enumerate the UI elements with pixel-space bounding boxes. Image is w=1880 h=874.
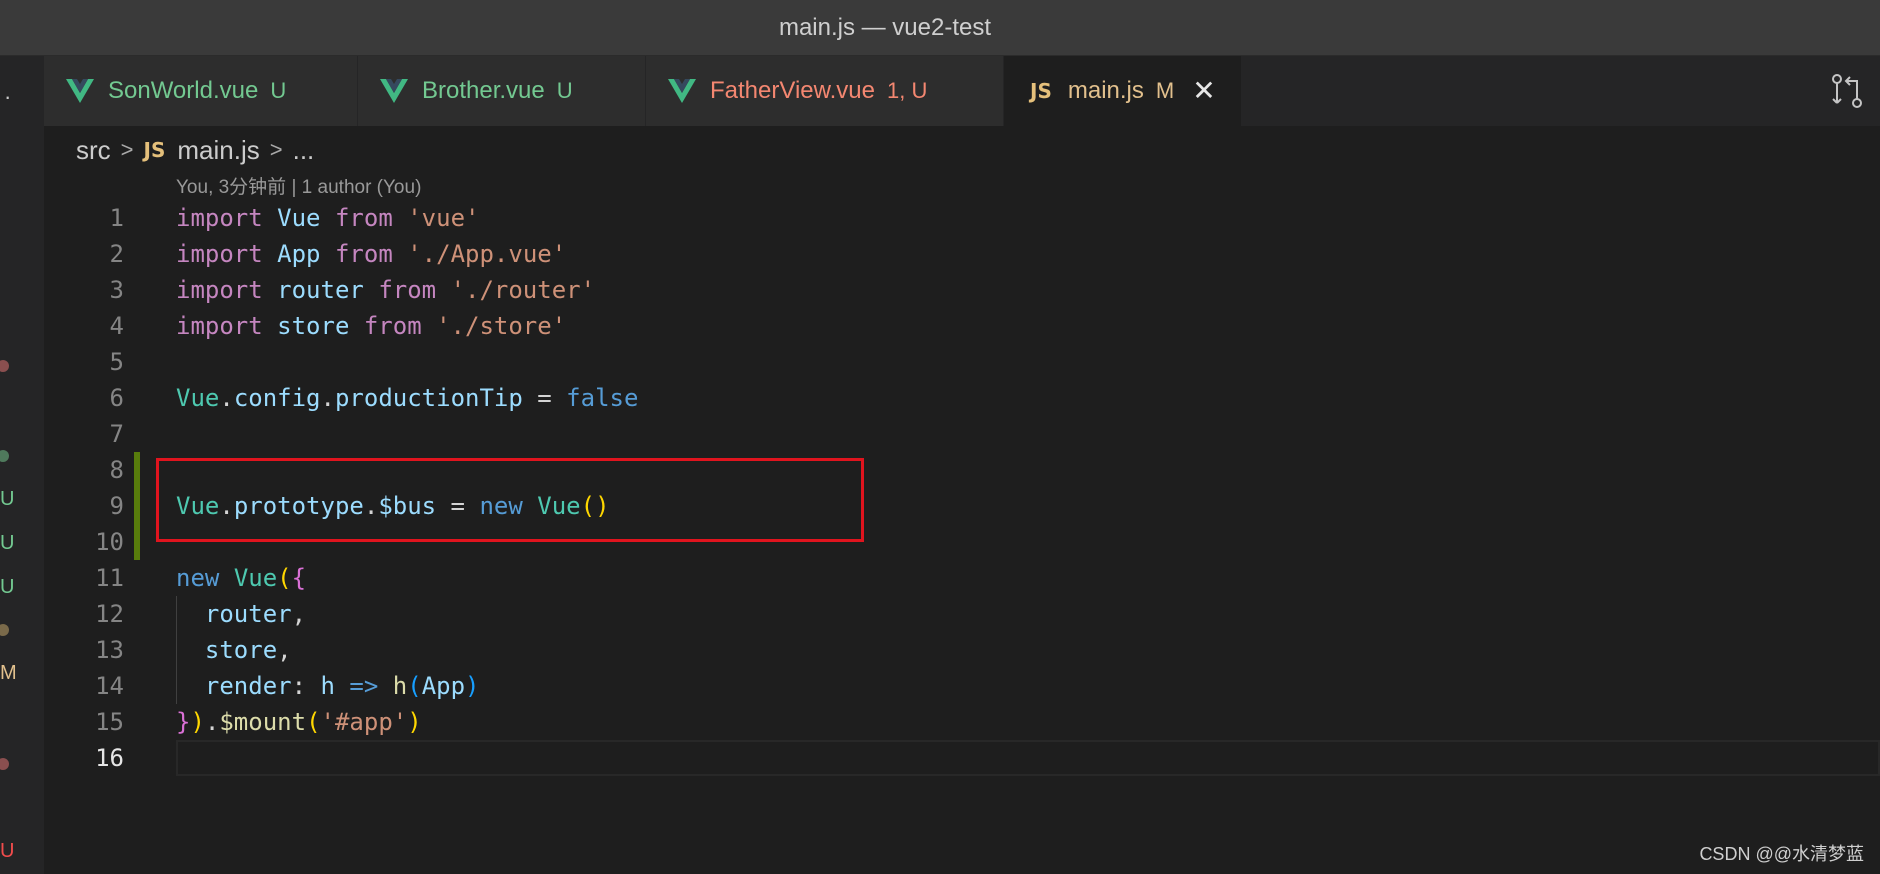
js-file-icon: JS [143, 138, 166, 162]
line-number: 10 [95, 528, 124, 556]
git-status-mark: U [0, 576, 15, 598]
code-line: 12 router, [44, 596, 1880, 632]
tab-label: Brother.vue [422, 77, 545, 104]
code-line: 3 import router from './router' [44, 272, 1880, 308]
code-line: 9 Vue.prototype.$bus = new Vue() [44, 488, 1880, 524]
tab-fatherview[interactable]: FatherView.vue 1, U [646, 56, 1004, 126]
code-line: 13 store, [44, 632, 1880, 668]
tab-label: SonWorld.vue [108, 77, 259, 104]
status-dot-icon [0, 758, 9, 770]
vue-icon [668, 79, 696, 103]
code-text: store, [204, 636, 292, 664]
status-dot-icon [0, 624, 9, 636]
tab-main-js[interactable]: JS main.js M ✕ [1004, 56, 1242, 126]
code-text: router, [204, 600, 307, 628]
vue-icon [66, 79, 94, 103]
line-number: 3 [109, 276, 124, 304]
breadcrumb: src > JS main.js > ... [76, 126, 314, 174]
code-line: 7 [44, 416, 1880, 452]
line-number: 15 [95, 708, 124, 736]
line-number: 13 [95, 636, 124, 664]
code-text: import Vue from 'vue' [176, 204, 480, 232]
code-line: 1 import Vue from 'vue' [44, 200, 1880, 236]
line-number: 9 [109, 492, 124, 520]
tab-badge: U [270, 78, 287, 103]
breadcrumb-file[interactable]: main.js [177, 135, 259, 166]
code-line: 15 }).$mount('#app') [44, 704, 1880, 740]
chevron-right-icon: > [120, 137, 134, 162]
tab-badge: M [1155, 78, 1175, 103]
code-text: Vue.prototype.$bus = new Vue() [176, 492, 610, 520]
tab-sonworld[interactable]: SonWorld.vue U [44, 56, 358, 126]
line-number: 1 [109, 204, 124, 232]
more-icon[interactable]: · [4, 84, 11, 110]
line-number: 4 [109, 312, 124, 340]
window-title: main.js — vue2-test [778, 13, 992, 41]
tab-label: FatherView.vue [710, 77, 875, 104]
git-status-mark: U [0, 532, 15, 554]
js-file-icon: JS [1030, 79, 1052, 103]
git-status-mark: U [0, 488, 15, 510]
line-number: 11 [95, 564, 124, 592]
code-text: render: h => h(App) [204, 672, 480, 700]
line-number: 16 [95, 744, 124, 772]
code-line: 4 import store from './store' [44, 308, 1880, 344]
close-icon[interactable]: ✕ [1192, 77, 1215, 105]
line-number: 2 [109, 240, 124, 268]
code-line: 16 [44, 740, 1880, 776]
code-text: }).$mount('#app') [176, 708, 422, 736]
tab-label: main.js [1067, 77, 1144, 104]
code-line: 5 [44, 344, 1880, 380]
tab-badge: 1, U [887, 78, 928, 103]
code-editor[interactable]: 1 import Vue from 'vue' 2 import App from … [44, 200, 1880, 776]
tab-badge: U [556, 78, 573, 103]
activity-strip: · U U U M U [0, 56, 44, 874]
code-text: Vue.config.productionTip = false [176, 384, 639, 412]
code-line: 14 render: h => h(App) [44, 668, 1880, 704]
code-line: 8 [44, 452, 1880, 488]
line-number: 5 [109, 348, 124, 376]
code-text: import store from './store' [176, 312, 567, 340]
status-dot-icon [0, 360, 9, 372]
code-line: 10 [44, 524, 1880, 560]
chevron-right-icon: > [269, 137, 283, 162]
code-text: import App from './App.vue' [176, 240, 567, 268]
git-status-mark: U [0, 840, 15, 862]
line-number: 6 [109, 384, 124, 412]
vue-icon [380, 79, 408, 103]
code-line: 6 Vue.config.productionTip = false [44, 380, 1880, 416]
line-number: 12 [95, 600, 124, 628]
watermark: CSDN @@水清梦蓝 [1699, 844, 1864, 864]
editor-tab-bar: SonWorld.vue U Brother.vue U FatherView.… [44, 56, 1880, 126]
line-number: 14 [95, 672, 124, 700]
code-line: 11 new Vue({ [44, 560, 1880, 596]
open-changes-icon[interactable] [1830, 72, 1864, 110]
tab-brother[interactable]: Brother.vue U [358, 56, 646, 126]
code-line: 2 import App from './App.vue' [44, 236, 1880, 272]
code-text: import router from './router' [176, 276, 596, 304]
git-blame-codelens[interactable]: You, 3分钟前 | 1 author (You) [176, 172, 421, 199]
title-bar: main.js — vue2-test [0, 0, 1880, 56]
breadcrumb-symbol[interactable]: ... [293, 135, 315, 166]
breadcrumb-folder[interactable]: src [76, 135, 111, 166]
git-status-mark: M [0, 662, 17, 684]
line-number: 8 [109, 456, 124, 484]
code-text: new Vue({ [176, 564, 307, 592]
line-number: 7 [109, 420, 124, 448]
status-dot-icon [0, 450, 9, 462]
